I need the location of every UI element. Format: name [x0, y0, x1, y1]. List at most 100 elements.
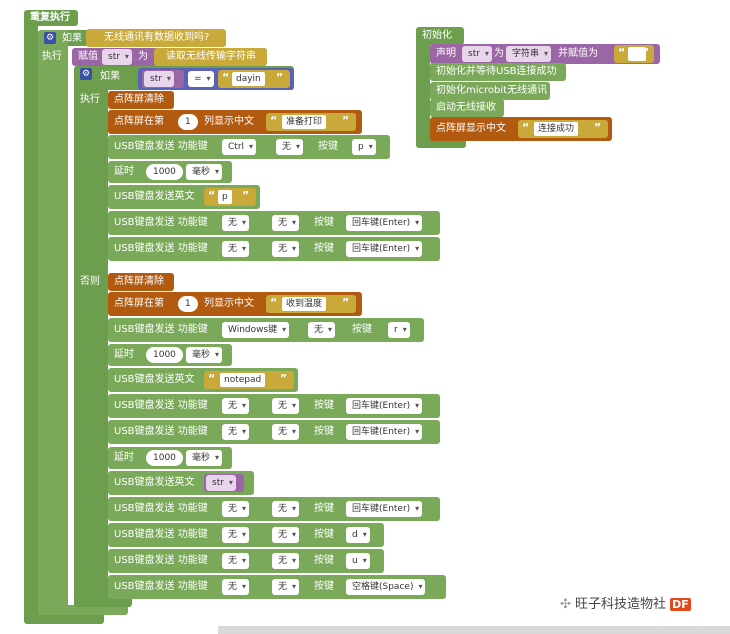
compare-var-block[interactable]: str: [142, 70, 184, 88]
usb-key-block[interactable]: USB键盘发送 功能键 Windows键 无 按键 r: [108, 318, 424, 342]
led-string-value[interactable]: 收到温度: [282, 297, 327, 311]
usb-text-var-block[interactable]: str: [204, 474, 244, 492]
modifier1-dropdown[interactable]: Windows键: [222, 322, 290, 338]
delay-unit-dropdown[interactable]: 毫秒: [186, 347, 223, 363]
key-dropdown[interactable]: 空格键(Space): [346, 579, 426, 595]
usb-string-block[interactable]: “ notepad ”: [204, 371, 294, 389]
usb-key-block[interactable]: USB键盘发送 功能键 Ctrl 无 按键 p: [108, 135, 390, 159]
led-row-text-block[interactable]: 点阵屏在第 1 列显示中文 “ 收到温度 ”: [108, 292, 362, 316]
key-dropdown[interactable]: 回车键(Enter): [346, 398, 423, 414]
led-clear-block[interactable]: 点阵屏清除: [108, 273, 174, 291]
delay-block[interactable]: 延时 1000 毫秒: [108, 447, 232, 469]
delay-unit-dropdown[interactable]: 毫秒: [186, 450, 223, 466]
gear-icon[interactable]: ⚙: [44, 32, 56, 44]
led-show-string-value[interactable]: 连接成功: [534, 122, 579, 136]
usb-key-block[interactable]: USB键盘发送 功能键 无 无 按键 回车键(Enter): [108, 237, 440, 261]
declare-var-dropdown[interactable]: str: [462, 46, 492, 62]
delay-value[interactable]: 1000: [146, 450, 183, 466]
usb-text-block[interactable]: USB键盘发送英文 “ notepad ”: [108, 368, 298, 392]
modifier2-dropdown[interactable]: 无: [276, 139, 304, 155]
key-dropdown[interactable]: 回车键(Enter): [346, 215, 423, 231]
usb-key-block[interactable]: USB键盘发送 功能键 无 无 按键 回车键(Enter): [108, 497, 440, 521]
modifier1-dropdown[interactable]: 无: [222, 553, 250, 569]
delay-block[interactable]: 延时 1000 毫秒: [108, 344, 232, 366]
led-row-text-block[interactable]: 点阵屏在第 1 列显示中文 “ 准备打印 ”: [108, 110, 362, 134]
radio-init-block[interactable]: 初始化microbit无线通讯: [430, 82, 550, 100]
usb-text-var-dropdown[interactable]: str: [206, 475, 236, 491]
modifier2-dropdown[interactable]: 无: [308, 322, 336, 338]
led-string-value[interactable]: 准备打印: [282, 115, 327, 129]
modifier2-dropdown[interactable]: 无: [272, 424, 300, 440]
usb-key-block[interactable]: USB键盘发送 功能键 无 无 按键 d: [108, 523, 384, 547]
horizontal-scrollbar[interactable]: [218, 626, 730, 634]
compare-block[interactable]: str = “ dayin ”: [138, 68, 294, 90]
usb-key-block[interactable]: USB键盘发送 功能键 无 无 按键 回车键(Enter): [108, 211, 440, 235]
modifier2-dropdown[interactable]: 无: [272, 579, 300, 595]
usb-string-value[interactable]: p: [218, 190, 232, 204]
delay-block[interactable]: 延时 1000 毫秒: [108, 161, 232, 183]
modifier1-dropdown[interactable]: 无: [222, 424, 250, 440]
watermark: ✣ 旺子科技造物社 DF: [560, 593, 691, 612]
usb-string-block[interactable]: “ p ”: [204, 188, 256, 206]
gear-icon[interactable]: ⚙: [80, 68, 92, 80]
compare-var-dropdown[interactable]: str: [144, 71, 174, 87]
radio-received-condition[interactable]: 无线通讯有数据收到吗?: [86, 29, 226, 47]
radio-start-block[interactable]: 启动无线接收: [430, 99, 504, 117]
modifier1-dropdown[interactable]: Ctrl: [222, 139, 257, 155]
compare-string-block[interactable]: “ dayin ”: [218, 70, 290, 88]
key-dropdown[interactable]: d: [346, 527, 370, 543]
key-label: 按键: [318, 141, 338, 152]
modifier2-dropdown[interactable]: 无: [272, 398, 300, 414]
key-dropdown[interactable]: r: [388, 322, 410, 338]
watermark-icon: ✣: [560, 597, 571, 612]
modifier2-dropdown[interactable]: 无: [272, 501, 300, 517]
usb-key-label: USB键盘发送 功能键: [114, 581, 208, 592]
led-show-text-block[interactable]: 点阵屏显示中文 “ 连接成功 ”: [430, 117, 612, 141]
delay-unit-dropdown[interactable]: 毫秒: [186, 164, 223, 180]
modifier1-dropdown[interactable]: 无: [222, 527, 250, 543]
assign-block[interactable]: 赋值 str 为 读取无线传输字符串: [72, 48, 267, 66]
usb-key-block[interactable]: USB键盘发送 功能键 无 无 按键 回车键(Enter): [108, 394, 440, 418]
assign-var-dropdown[interactable]: str: [102, 49, 132, 65]
led-string-block[interactable]: “ 准备打印 ”: [266, 113, 356, 131]
read-radio-string-block[interactable]: 读取无线传输字符串: [154, 48, 267, 66]
watermark-text: 旺子科技造物社: [575, 597, 667, 612]
declare-type-dropdown[interactable]: 字符串: [506, 46, 552, 62]
key-dropdown[interactable]: u: [346, 553, 370, 569]
delay-label: 延时: [114, 166, 134, 177]
modifier2-dropdown[interactable]: 无: [272, 241, 300, 257]
usb-key-block[interactable]: USB键盘发送 功能键 无 无 按键 u: [108, 549, 384, 573]
key-dropdown[interactable]: p: [352, 139, 376, 155]
usb-key-block[interactable]: USB键盘发送 功能键 无 无 按键 回车键(Enter): [108, 420, 440, 444]
led-row-number[interactable]: 1: [178, 296, 198, 312]
modifier1-dropdown[interactable]: 无: [222, 579, 250, 595]
modifier1-dropdown[interactable]: 无: [222, 215, 250, 231]
usb-text-block[interactable]: USB键盘发送英文 str: [108, 471, 254, 495]
key-dropdown[interactable]: 回车键(Enter): [346, 424, 423, 440]
usb-text-label: USB键盘发送英文: [114, 477, 195, 488]
delay-value[interactable]: 1000: [146, 164, 183, 180]
compare-op-dropdown[interactable]: =: [188, 71, 214, 87]
usb-text-block[interactable]: USB键盘发送英文 “ p ”: [108, 185, 260, 209]
init-body-strip: [416, 40, 430, 148]
usb-string-value[interactable]: notepad: [220, 373, 266, 387]
led-row-number[interactable]: 1: [178, 114, 198, 130]
led-string-block[interactable]: “ 收到温度 ”: [266, 295, 356, 313]
modifier2-dropdown[interactable]: 无: [272, 553, 300, 569]
usb-init-block[interactable]: 初始化并等待USB连接成功: [430, 63, 566, 81]
modifier1-dropdown[interactable]: 无: [222, 398, 250, 414]
delay-value[interactable]: 1000: [146, 347, 183, 363]
key-dropdown[interactable]: 回车键(Enter): [346, 501, 423, 517]
declare-block[interactable]: 声明 str 为 字符串 并赋值为 “ ”: [430, 44, 660, 64]
usb-key-label: USB键盘发送 功能键: [114, 503, 208, 514]
led-show-string-block[interactable]: “ 连接成功 ”: [518, 120, 608, 138]
modifier1-dropdown[interactable]: 无: [222, 241, 250, 257]
key-dropdown[interactable]: 回车键(Enter): [346, 241, 423, 257]
modifier1-dropdown[interactable]: 无: [222, 501, 250, 517]
led-clear-block[interactable]: 点阵屏清除: [108, 91, 174, 109]
modifier2-dropdown[interactable]: 无: [272, 215, 300, 231]
usb-key-block[interactable]: USB键盘发送 功能键 无 无 按键 空格键(Space): [108, 575, 446, 599]
compare-string-value[interactable]: dayin: [232, 72, 265, 86]
modifier2-dropdown[interactable]: 无: [272, 527, 300, 543]
declare-string-block[interactable]: “ ”: [614, 45, 654, 63]
